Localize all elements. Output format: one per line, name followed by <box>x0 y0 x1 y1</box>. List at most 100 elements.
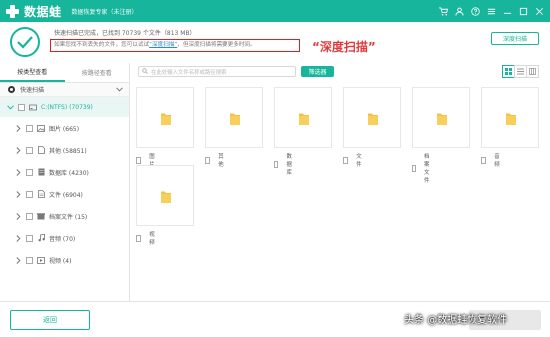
archive-icon <box>37 212 45 220</box>
tree-item-label: 其他 (58851) <box>49 147 87 155</box>
quick-scan-selector[interactable]: 快速扫描 <box>0 83 129 97</box>
tree-item[interactable]: 图片 (665) <box>0 117 129 139</box>
chevron-right-icon[interactable] <box>14 212 22 220</box>
folder-label-row: 其他 <box>205 152 225 168</box>
folder-name: 视频 <box>149 232 155 246</box>
checkbox[interactable] <box>274 160 279 168</box>
folder-name: 数据库 <box>286 154 292 176</box>
folder-tile[interactable] <box>343 87 401 148</box>
tree-item-label: 视频 (4) <box>49 257 72 265</box>
tree-item[interactable]: 数据库 (4230) <box>0 161 129 183</box>
quick-scan-label: 快速扫描 <box>20 87 45 94</box>
tree-item[interactable]: 视频 (4) <box>0 249 129 271</box>
deep-scan-button[interactable]: 深度扫描 <box>491 32 539 45</box>
maximize-icon[interactable] <box>516 4 530 18</box>
checkbox[interactable] <box>26 256 33 264</box>
folder-tile[interactable] <box>412 87 470 148</box>
folder-icon <box>436 112 447 125</box>
close-icon[interactable] <box>532 4 546 18</box>
detail-view-icon[interactable] <box>526 65 539 78</box>
folder-tile[interactable] <box>481 87 539 148</box>
question-icon[interactable] <box>468 4 482 18</box>
image-icon <box>37 124 45 132</box>
folder-name: 其他 <box>218 154 224 168</box>
edition-label: 数据恢复专家（未注册） <box>71 8 138 16</box>
scan-complete-icon <box>10 27 40 57</box>
checkbox[interactable] <box>481 156 487 164</box>
folder-tile[interactable] <box>136 87 194 148</box>
folder-name: 音频 <box>494 154 500 168</box>
watermark-text: 头条 @数据蛙恢复软件 <box>404 315 508 326</box>
folder-tile[interactable] <box>205 87 263 148</box>
radio-icon <box>8 86 15 93</box>
footer-bar: 返回 头条 @数据蛙恢复软件 <box>0 301 550 337</box>
menu-icon[interactable] <box>484 4 498 18</box>
chevron-right-icon[interactable] <box>14 124 22 132</box>
category-sidebar: 按类型查看 按路径查看 快速扫描 C:(NTFS) (70739) 图片 (66… <box>0 63 130 301</box>
chevron-down-icon[interactable] <box>116 87 123 94</box>
folder-icon <box>160 190 171 203</box>
folder-tile[interactable] <box>136 165 194 226</box>
logo-cross-icon <box>6 4 19 18</box>
deep-scan-link[interactable]: “深度扫描” <box>149 42 177 48</box>
window-controls <box>436 4 546 18</box>
tab-by-path[interactable]: 按路径查看 <box>65 63 130 82</box>
checkbox[interactable] <box>26 212 33 220</box>
chevron-right-icon[interactable] <box>14 256 22 264</box>
tree-item-label: 音频 (70) <box>49 235 76 243</box>
tree-item[interactable]: 文件 (6904) <box>0 183 129 205</box>
chevron-right-icon[interactable] <box>14 190 22 198</box>
video-icon <box>37 256 45 264</box>
checkbox[interactable] <box>26 190 33 198</box>
tab-by-type[interactable]: 按类型查看 <box>0 63 65 82</box>
folder-label-row: 视频 <box>136 230 156 246</box>
other-icon <box>37 146 45 154</box>
folder-icon <box>160 112 171 125</box>
view-tabs: 按类型查看 按路径查看 <box>0 63 129 83</box>
deep-scan-callout: “深度扫描” <box>312 40 376 54</box>
folder-label-row: 档案文件 <box>412 152 432 184</box>
chevron-down-icon[interactable] <box>6 103 14 111</box>
user-icon[interactable] <box>452 4 466 18</box>
checkbox[interactable] <box>26 234 33 242</box>
checkbox[interactable] <box>18 103 25 111</box>
search-input[interactable]: 在此处输入文件名称或路径搜索 <box>138 66 296 77</box>
document-icon <box>37 190 45 198</box>
chevron-right-icon[interactable] <box>14 234 22 242</box>
checkbox[interactable] <box>205 156 211 164</box>
checkbox[interactable] <box>136 234 142 242</box>
tree-item[interactable]: 音频 (70) <box>0 227 129 249</box>
checkbox[interactable] <box>136 156 142 164</box>
back-button[interactable]: 返回 <box>10 310 90 330</box>
folder-icon <box>229 112 240 125</box>
app-logo: 数据蛙 <box>6 3 62 20</box>
chevron-right-icon[interactable] <box>14 168 22 176</box>
minimize-icon[interactable] <box>500 4 514 18</box>
audio-icon <box>37 234 45 242</box>
tree-item[interactable]: 其他 (58851) <box>0 139 129 161</box>
folder-tile[interactable] <box>274 87 332 148</box>
checkbox[interactable] <box>26 168 33 176</box>
tree-item[interactable]: 档案文件 (15) <box>0 205 129 227</box>
search-placeholder: 在此处输入文件名称或路径搜索 <box>151 69 227 76</box>
hint-prefix: 如果您找不到丢失的文件，您可以试试 <box>54 42 150 48</box>
tree-item-label: 档案文件 (15) <box>49 213 88 221</box>
title-bar: 数据蛙 数据恢复专家（未注册） <box>0 0 550 22</box>
checkbox[interactable] <box>412 164 416 172</box>
chevron-right-icon[interactable] <box>14 146 22 154</box>
filter-button[interactable]: 筛选器 <box>301 66 334 77</box>
folder-label-row: 数据库 <box>274 152 294 176</box>
folder-name: 文件 <box>356 154 362 168</box>
cart-icon[interactable] <box>436 4 450 18</box>
drive-icon <box>29 103 37 111</box>
tree-root-drive[interactable]: C:(NTFS) (70739) <box>0 97 129 117</box>
search-icon <box>142 67 148 76</box>
folder-icon <box>367 112 378 125</box>
file-browser: 在此处输入文件名称或路径搜索 筛选器 图片其他数据库文件档案文件音频视频 <box>131 63 550 301</box>
checkbox[interactable] <box>26 124 33 132</box>
checkbox[interactable] <box>26 146 33 154</box>
checkbox[interactable] <box>343 156 349 164</box>
folder-label-row: 文件 <box>343 152 363 168</box>
folder-label-row: 音频 <box>481 152 501 168</box>
hint-suffix: ，但深度扫描将需要更多时间。 <box>177 42 256 48</box>
